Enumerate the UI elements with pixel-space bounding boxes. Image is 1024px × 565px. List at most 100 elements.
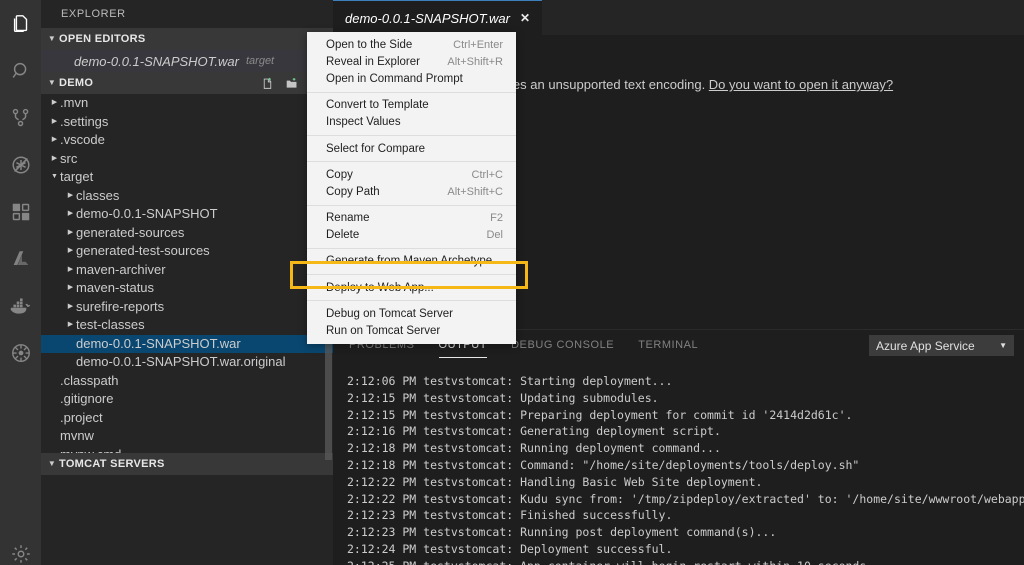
close-icon[interactable]: ✕ — [520, 11, 530, 25]
tree-folder[interactable]: ▶src — [41, 150, 333, 169]
tree-item-label: classes — [76, 187, 119, 205]
tree-item-label: mvnw — [60, 427, 94, 445]
open-anyway-link[interactable]: Do you want to open it anyway? — [709, 77, 893, 92]
open-editor-name: demo-0.0.1-SNAPSHOT.war — [74, 54, 239, 69]
menu-item-deploy-to-web-app[interactable]: Deploy to Web App... — [307, 279, 516, 296]
activity-docker[interactable] — [0, 282, 41, 329]
menu-item-label: Open in Command Prompt — [326, 73, 463, 85]
sidebar-title: EXPLORER — [41, 0, 333, 28]
activity-debug[interactable] — [0, 141, 41, 188]
output-line: 2:12:22 PM testvstomcat: Handling Basic … — [347, 474, 1024, 491]
menu-item-label: Copy — [326, 169, 353, 181]
menu-item-label: Open to the Side — [326, 39, 412, 51]
tree-folder[interactable]: ▶test-classes — [41, 316, 333, 335]
chevron-right-icon: ▶ — [65, 187, 76, 205]
menu-item-reveal-in-explorer[interactable]: Reveal in Explorer Alt+Shift+R — [307, 53, 516, 70]
activity-search[interactable] — [0, 47, 41, 94]
chevron-right-icon: ▶ — [65, 298, 76, 316]
open-editor-description: target — [246, 55, 274, 67]
open-editor-item[interactable]: demo-0.0.1-SNAPSHOT.war target — [41, 50, 333, 72]
chevron-right-icon: ▶ — [49, 150, 60, 168]
menu-item-delete[interactable]: DeleteDel — [307, 227, 516, 244]
output-line: 2:12:18 PM testvstomcat: Running deploym… — [347, 440, 1024, 457]
tree-folder[interactable]: ▶surefire-reports — [41, 298, 333, 317]
menu-item-rename[interactable]: RenameF2 — [307, 210, 516, 227]
menu-item-open-to-the-side[interactable]: Open to the SideCtrl+Enter — [307, 36, 516, 53]
panel-tab-terminal[interactable]: TERMINAL — [638, 330, 698, 360]
tree-folder[interactable]: ▶classes — [41, 187, 333, 206]
menu-item-shortcut: F2 — [490, 212, 503, 224]
tree-file[interactable]: .gitignore — [41, 390, 333, 409]
sidebar: EXPLORER ▼ OPEN EDITORS demo-0.0.1-SNAPS… — [41, 0, 333, 565]
activity-source-control[interactable] — [0, 94, 41, 141]
menu-item-open-in-command-prompt[interactable]: Open in Command Prompt — [307, 70, 516, 87]
tree-folder[interactable]: ▶.vscode — [41, 131, 333, 150]
menu-item-copy-path[interactable]: Copy PathAlt+Shift+C — [307, 183, 516, 200]
tree-folder[interactable]: ▶generated-sources — [41, 224, 333, 243]
menu-separator — [307, 300, 516, 301]
activity-settings[interactable] — [0, 527, 41, 565]
editor-tabs: demo-0.0.1-SNAPSHOT.war ✕ — [333, 0, 1024, 35]
tree-folder[interactable]: ▶maven-status — [41, 279, 333, 298]
tree-folder[interactable]: ▶generated-test-sources — [41, 242, 333, 261]
tree-file[interactable]: demo-0.0.1-SNAPSHOT.war — [41, 335, 333, 354]
tree-folder[interactable]: ▶.settings — [41, 113, 333, 132]
output-line: 2:12:22 PM testvstomcat: Kudu sync from:… — [347, 491, 1024, 508]
menu-item-shortcut: Alt+Shift+C — [447, 186, 503, 198]
tree-file[interactable]: .project — [41, 409, 333, 428]
chevron-right-icon: ▶ — [49, 131, 60, 149]
menu-item-inspect-values[interactable]: Inspect Values — [307, 114, 516, 131]
menu-separator — [307, 161, 516, 162]
output-channel-value: Azure App Service — [876, 339, 975, 353]
menu-item-generate-from-maven-archetype[interactable]: Generate from Maven Archetype — [307, 253, 516, 270]
panel-tab-debug-console[interactable]: DEBUG CONSOLE — [511, 330, 614, 360]
chevron-down-icon: ▼ — [45, 28, 59, 50]
activity-azure[interactable] — [0, 235, 41, 282]
menu-separator — [307, 205, 516, 206]
menu-item-debug-on-tomcat-server[interactable]: Debug on Tomcat Server — [307, 305, 516, 322]
menu-item-copy[interactable]: Copy Ctrl+C — [307, 166, 516, 183]
menu-item-select-for-compare[interactable]: Select for Compare — [307, 140, 516, 157]
menu-item-label: Reveal in Explorer — [326, 56, 420, 68]
explorer-scrollbar[interactable] — [325, 330, 332, 460]
tree-item-label: surefire-reports — [76, 298, 164, 316]
chevron-right-icon: ▶ — [65, 279, 76, 297]
tree-item-label: .project — [60, 409, 103, 427]
menu-item-label: Select for Compare — [326, 143, 425, 155]
tree-folder[interactable]: ▶demo-0.0.1-SNAPSHOT — [41, 205, 333, 224]
output-channel-select[interactable]: Azure App Service ▼ — [869, 335, 1014, 356]
activity-kubernetes[interactable] — [0, 329, 41, 376]
tree-item-label: .vscode — [60, 131, 105, 149]
tree-folder[interactable]: ▼target — [41, 168, 333, 187]
chevron-down-icon: ▼ — [999, 341, 1007, 350]
tree-item-label: src — [60, 150, 77, 168]
chevron-right-icon: ▶ — [65, 242, 76, 260]
tree-file[interactable]: mvnw — [41, 427, 333, 446]
menu-item-convert-to-template[interactable]: Convert to Template — [307, 97, 516, 114]
tree-item-label: test-classes — [76, 316, 145, 334]
section-project[interactable]: ▼ DEMO — [41, 72, 333, 94]
menu-item-label: Inspect Values — [326, 116, 401, 128]
new-folder-icon[interactable] — [285, 77, 299, 90]
tree-folder[interactable]: ▶.mvn — [41, 94, 333, 113]
tree-file[interactable]: demo-0.0.1-SNAPSHOT.war.original — [41, 353, 333, 372]
activity-explorer[interactable] — [0, 0, 41, 47]
menu-item-shortcut: Alt+Shift+R — [447, 56, 503, 68]
section-open-editors[interactable]: ▼ OPEN EDITORS — [41, 28, 333, 50]
tree-folder[interactable]: ▶maven-archiver — [41, 261, 333, 280]
open-editors-label: OPEN EDITORS — [59, 28, 146, 50]
tab-demo-war[interactable]: demo-0.0.1-SNAPSHOT.war ✕ — [333, 0, 542, 35]
chevron-right-icon: ▶ — [49, 94, 60, 112]
output-line: 2:12:24 PM testvstomcat: Deployment succ… — [347, 541, 1024, 558]
menu-item-shortcut: Del — [486, 229, 503, 241]
activity-extensions[interactable] — [0, 188, 41, 235]
menu-separator — [307, 248, 516, 249]
menu-item-run-on-tomcat-server[interactable]: Run on Tomcat Server — [307, 322, 516, 339]
section-tomcat-servers[interactable]: ▼ TOMCAT SERVERS — [41, 453, 333, 475]
output-line: 2:12:25 PM testvstomcat: App container w… — [347, 558, 1024, 565]
tree-file[interactable]: .classpath — [41, 372, 333, 391]
new-file-icon[interactable] — [261, 77, 274, 90]
output-line: 2:12:06 PM testvstomcat: Starting deploy… — [347, 373, 1024, 390]
menu-item-shortcut: Ctrl+C — [472, 169, 503, 181]
output-line: 2:12:15 PM testvstomcat: Preparing deplo… — [347, 407, 1024, 424]
